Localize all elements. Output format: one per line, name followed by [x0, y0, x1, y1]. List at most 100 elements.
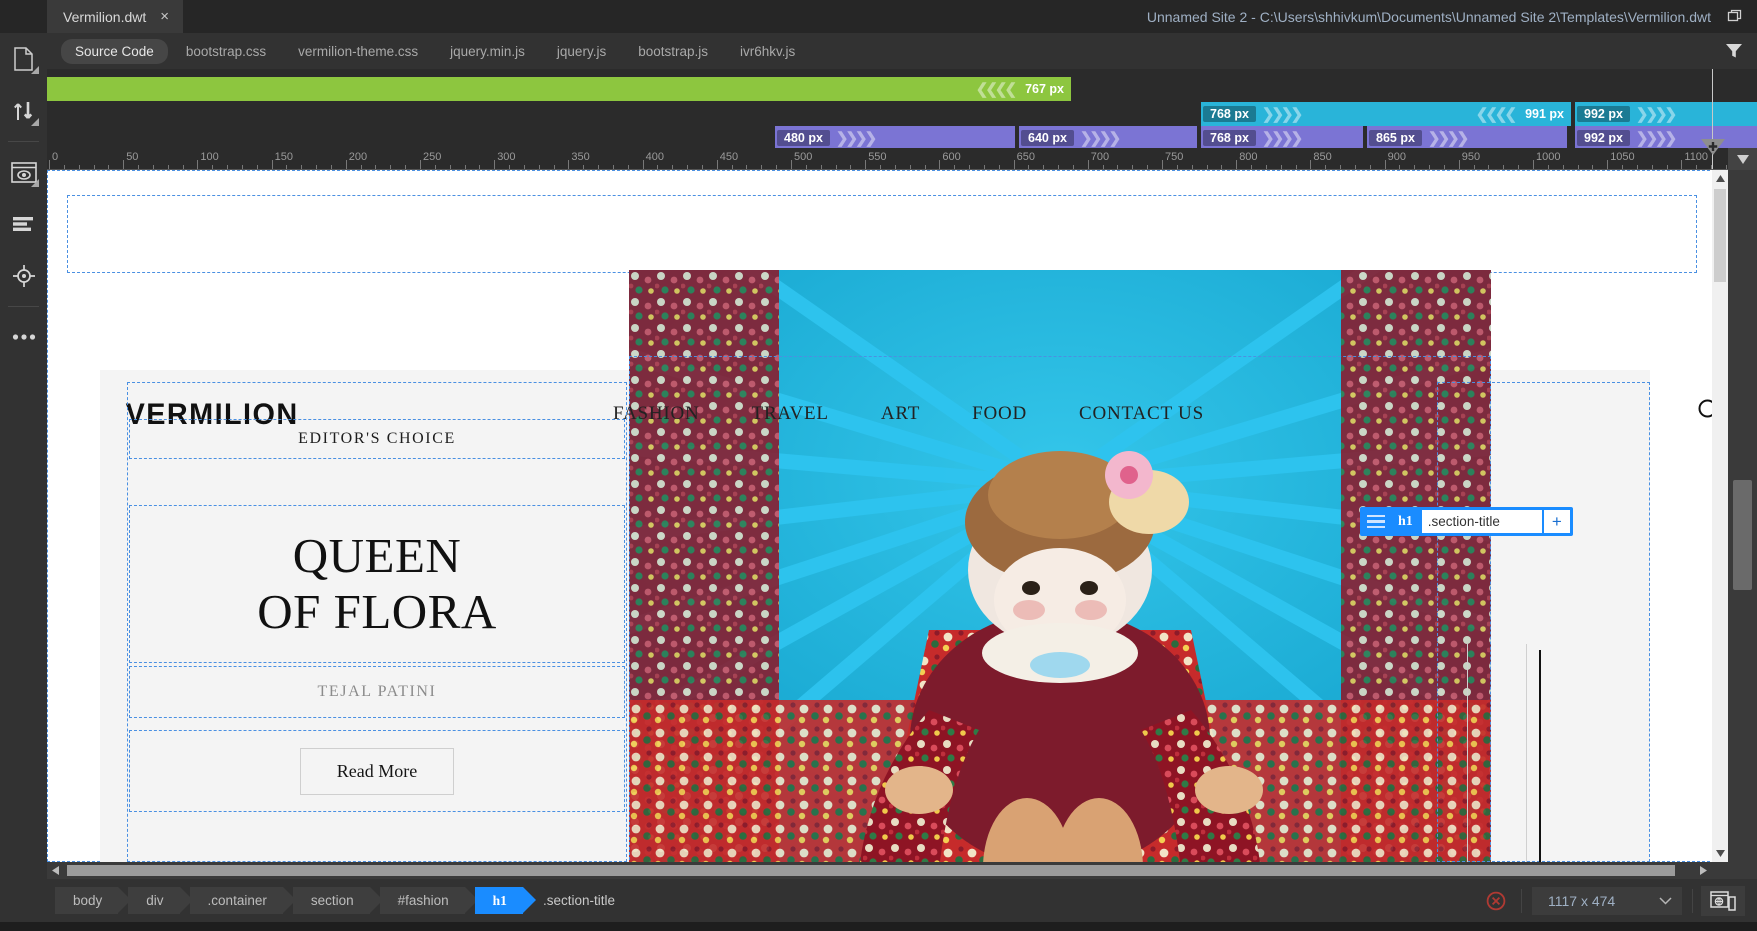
breadcrumb-item-section[interactable]: section	[293, 887, 370, 914]
media-query-bar[interactable]: 992 px❯❯❯❯	[1575, 126, 1757, 150]
align-lines-icon[interactable]	[0, 198, 47, 250]
document-tab[interactable]: Vermilion.dwt ×	[47, 0, 183, 33]
realtime-preview-icon[interactable]	[1701, 886, 1745, 916]
sort-arrows-icon[interactable]	[0, 85, 47, 137]
ruler-label: 400	[643, 151, 664, 163]
ruler-minor-tick	[1667, 165, 1668, 169]
hero-image[interactable]	[629, 270, 1491, 862]
article-title-line-1: QUEEN	[293, 528, 462, 584]
file-icon[interactable]	[0, 33, 47, 85]
media-query-bar[interactable]: 865 px❯❯❯❯	[1367, 126, 1567, 150]
live-preview-icon[interactable]	[0, 146, 47, 198]
related-files-bar: Source Codebootstrap.cssvermilion-theme.…	[47, 33, 1710, 69]
scroll-right-icon[interactable]	[1695, 862, 1712, 879]
breadcrumb-item-body[interactable]: body	[55, 887, 118, 914]
window-size-select[interactable]: 1117 x 474	[1532, 887, 1682, 915]
document-scroll-up-icon[interactable]	[1728, 148, 1757, 170]
breadcrumb-item--section-title[interactable]: .section-title	[533, 887, 631, 914]
breadcrumb-item--fashion[interactable]: #fashion	[380, 887, 465, 914]
nav-item-travel[interactable]: TRAVEL	[726, 403, 855, 425]
nav-item-art[interactable]: ART	[855, 403, 946, 425]
related-file-ivr6hkv-js[interactable]: ivr6hkv.js	[726, 39, 809, 64]
chevron-right-icon: ❯❯❯❯	[1632, 129, 1678, 147]
close-icon[interactable]: ×	[160, 9, 169, 24]
ruler-minor-tick	[1578, 165, 1579, 169]
related-file-vermilion-theme-css[interactable]: vermilion-theme.css	[284, 39, 432, 64]
canvas-horizontal-scrollbar[interactable]	[47, 862, 1712, 879]
canvas-vertical-scrollbar[interactable]	[1712, 170, 1728, 862]
ruler-minor-tick	[732, 165, 733, 169]
ruler-minor-tick	[746, 165, 747, 169]
ruler-minor-tick	[509, 165, 510, 169]
ruler-minor-tick	[1563, 165, 1564, 169]
related-file-bootstrap-css[interactable]: bootstrap.css	[172, 39, 280, 64]
scroll-up-icon[interactable]	[1712, 170, 1728, 187]
hamburger-icon[interactable]	[1363, 510, 1389, 533]
ruler-minor-tick	[1548, 165, 1549, 169]
add-media-query-marker[interactable]	[1700, 138, 1726, 160]
ruler-minor-tick	[1147, 165, 1148, 169]
ruler-minor-tick	[301, 165, 302, 169]
read-more-button[interactable]: Read More	[300, 748, 454, 795]
media-query-bar[interactable]: ❮❮❮❮767 px	[47, 77, 1071, 101]
ruler-minor-tick	[1058, 165, 1059, 169]
canvas-vscroll-thumb[interactable]	[1714, 189, 1726, 282]
related-file-jquery-min-js[interactable]: jquery.min.js	[436, 39, 539, 64]
related-file-bootstrap-js[interactable]: bootstrap.js	[624, 39, 722, 64]
status-bar: bodydiv .container section #fashion h1 .secti…	[0, 879, 1757, 922]
element-quick-edit-hud[interactable]: h1 +	[1360, 507, 1573, 536]
breadcrumb-item-div[interactable]: div	[128, 887, 179, 914]
live-preview-flyout-arrow	[31, 179, 39, 187]
ruler-minor-tick	[375, 165, 376, 169]
scroll-down-icon[interactable]	[1712, 845, 1728, 862]
ruler-minor-tick	[598, 165, 599, 169]
chevron-right-icon: ❯❯❯❯	[1076, 129, 1122, 147]
bottom-strip	[0, 922, 1757, 931]
add-class-button[interactable]: +	[1544, 510, 1570, 533]
horizontal-ruler[interactable]: 0501001502002503003504004505005506006507…	[47, 148, 1757, 170]
ruler-label: 200	[346, 151, 367, 163]
media-query-min-label: 640 px	[1021, 130, 1074, 146]
ruler-minor-tick	[1696, 165, 1697, 169]
article-title[interactable]: QUEEN OF FLORA	[129, 505, 625, 663]
ruler-minor-tick	[687, 165, 688, 169]
ruler-minor-tick	[1622, 165, 1623, 169]
related-file-jquery-js[interactable]: jquery.js	[543, 39, 620, 64]
target-crosshair-icon[interactable]	[0, 250, 47, 302]
related-file-source-code[interactable]: Source Code	[61, 39, 168, 64]
ruler-minor-tick	[1073, 165, 1074, 169]
document-vscroll-thumb[interactable]	[1733, 480, 1752, 590]
ruler-minor-tick	[108, 165, 109, 169]
ruler-label: 50	[123, 151, 138, 163]
css-class-input[interactable]	[1422, 510, 1542, 533]
ruler-minor-tick	[242, 165, 243, 169]
breadcrumb-item-h1[interactable]: h1	[475, 887, 523, 914]
ruler-minor-tick	[1296, 165, 1297, 169]
media-query-bar[interactable]: 768 px❯❯❯❯	[1201, 126, 1363, 150]
ruler-label: 350	[568, 151, 589, 163]
ruler-minor-tick	[1518, 165, 1519, 169]
media-query-max-label: 991 px	[1518, 107, 1571, 121]
ruler-minor-tick	[1503, 165, 1504, 169]
scrollbar-corner	[1712, 862, 1757, 879]
sort-icon-flyout-arrow	[31, 118, 39, 126]
ruler-label: 900	[1385, 151, 1406, 163]
media-query-bar[interactable]: 640 px❯❯❯❯	[1019, 126, 1197, 150]
restore-window-icon[interactable]	[1727, 8, 1743, 24]
more-options-icon[interactable]	[0, 311, 47, 363]
media-query-max-label: 767 px	[1018, 82, 1071, 96]
ruler-minor-tick	[465, 165, 466, 169]
media-query-bar[interactable]: 992 px❯❯❯❯	[1575, 102, 1757, 126]
filter-related-files-icon[interactable]	[1710, 33, 1757, 69]
media-query-bar[interactable]: 768 px❯❯❯❯❮❮❮❮991 px	[1201, 102, 1571, 126]
canvas-hscroll-thumb[interactable]	[67, 865, 1675, 876]
media-query-bar[interactable]: 480 px❯❯❯❯	[775, 126, 1015, 150]
nav-item-contact-us[interactable]: CONTACT US	[1053, 403, 1230, 425]
ruler-minor-tick	[984, 165, 985, 169]
ruler-minor-tick	[1132, 165, 1133, 169]
breadcrumb-item--container[interactable]: .container	[190, 887, 283, 914]
ruler-label: 700	[1088, 151, 1109, 163]
scroll-left-icon[interactable]	[47, 862, 64, 879]
error-circle-icon[interactable]	[1471, 891, 1521, 911]
nav-item-food[interactable]: FOOD	[946, 403, 1053, 425]
